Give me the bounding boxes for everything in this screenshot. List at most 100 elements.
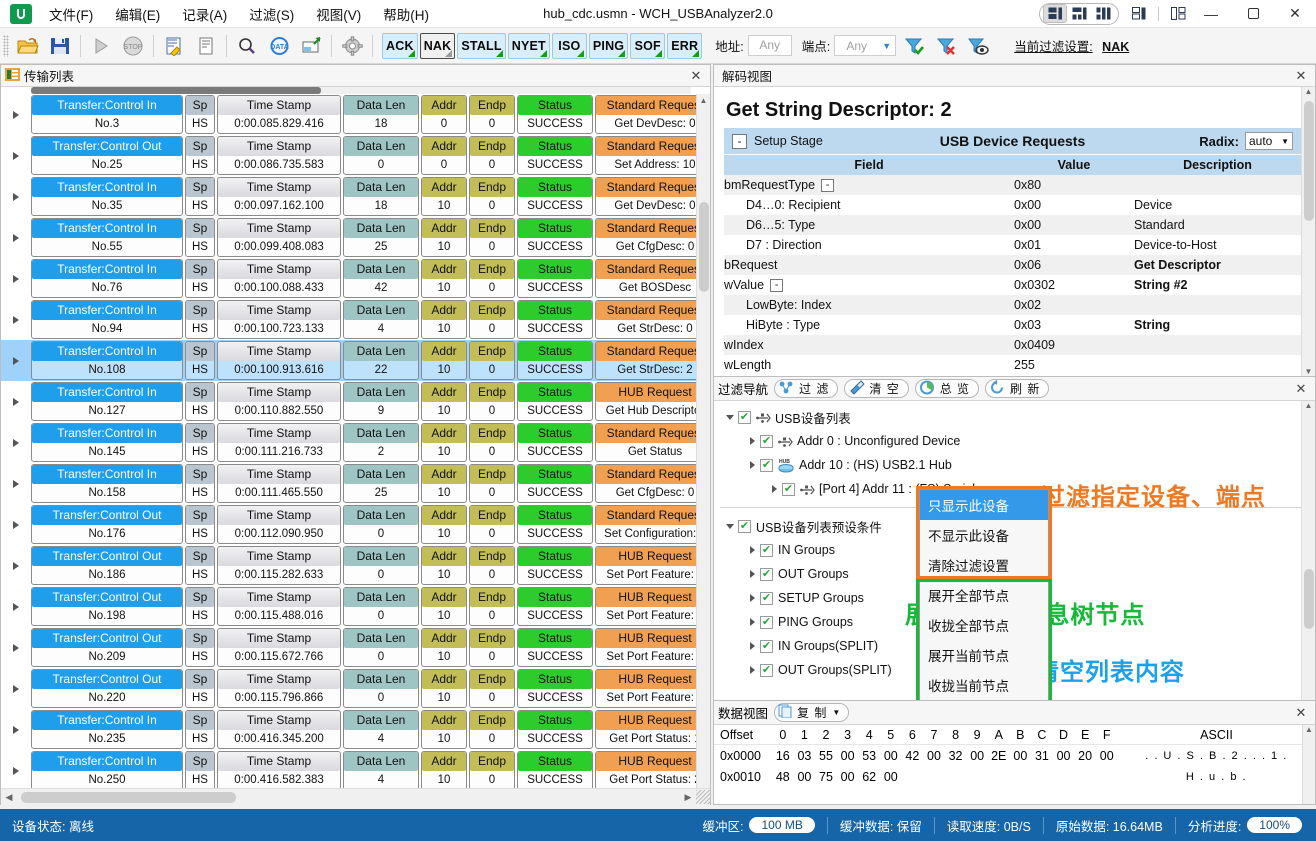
- cell-speed[interactable]: Sp HS: [185, 505, 215, 544]
- cell-speed[interactable]: Sp HS: [185, 259, 215, 298]
- edit-note-icon[interactable]: [159, 31, 189, 61]
- context-menu-item[interactable]: 收拢当前节点: [920, 670, 1048, 700]
- cell-status[interactable]: Status SUCCESS: [517, 505, 593, 544]
- scroll-up-icon[interactable]: ▲: [1303, 725, 1315, 734]
- cell-transfer[interactable]: Transfer:Control Out No.209: [31, 628, 183, 667]
- cell-transfer[interactable]: Transfer:Control In No.94: [31, 300, 183, 339]
- layout-left-icon[interactable]: [1043, 4, 1067, 23]
- cell-transfer[interactable]: Transfer:Control In No.35: [31, 177, 183, 216]
- menu-file[interactable]: 文件(F): [38, 0, 104, 28]
- cell-timestamp[interactable]: Time Stamp 0:00.111.216.733: [217, 423, 341, 462]
- tree-checkbox[interactable]: ✔: [760, 458, 773, 472]
- pid-filter-sof[interactable]: SOF: [630, 32, 666, 59]
- cell-endp[interactable]: Endp 0: [469, 218, 515, 257]
- cell-status[interactable]: Status SUCCESS: [517, 259, 593, 298]
- row-expander[interactable]: [1, 546, 31, 585]
- row-expander[interactable]: [1, 669, 31, 708]
- row-expander[interactable]: [1, 300, 31, 339]
- cell-endp[interactable]: Endp 0: [469, 464, 515, 503]
- transfer-list-vertical-scrollbar[interactable]: ▲: [696, 94, 710, 805]
- cell-datalen[interactable]: Data Len 0: [343, 505, 419, 544]
- cell-request[interactable]: Standard Request Get BOSDesc: [595, 259, 710, 298]
- address-input[interactable]: Any: [747, 35, 792, 56]
- filter-apply-icon[interactable]: [900, 32, 928, 60]
- row-expander[interactable]: [1, 751, 31, 790]
- cell-addr[interactable]: Addr 10: [421, 628, 467, 667]
- cell-datalen[interactable]: Data Len 25: [343, 464, 419, 503]
- cell-timestamp[interactable]: Time Stamp 0:00.115.796.866: [217, 669, 341, 708]
- cell-request[interactable]: HUB Request Set Port Feature: 3: [595, 628, 710, 667]
- cell-timestamp[interactable]: Time Stamp 0:00.112.090.950: [217, 505, 341, 544]
- cell-speed[interactable]: Sp HS: [185, 136, 215, 175]
- cell-speed[interactable]: Sp HS: [185, 300, 215, 339]
- cell-timestamp[interactable]: Time Stamp 0:00.086.735.583: [217, 136, 341, 175]
- row-expander[interactable]: [1, 587, 31, 626]
- filter-nav-scrollbar[interactable]: ▲: [1301, 401, 1315, 700]
- row-expander[interactable]: [1, 259, 31, 298]
- context-menu-item[interactable]: 不显示此设备: [920, 520, 1048, 550]
- cell-timestamp[interactable]: Time Stamp 0:00.100.913.616: [217, 341, 341, 380]
- cell-request[interactable]: HUB Request Get Port Status: 1: [595, 710, 710, 749]
- context-menu-item[interactable]: 展开当前节点: [920, 640, 1048, 670]
- cell-datalen[interactable]: Data Len 4: [343, 751, 419, 790]
- data-view-scrollbar[interactable]: ▲: [1302, 725, 1315, 804]
- row-expander[interactable]: [1, 382, 31, 421]
- column-scroll-indicator[interactable]: [31, 87, 691, 94]
- table-row[interactable]: Transfer:Control Out No.176 Sp HS Time Stamp…: [1, 504, 710, 545]
- row-expander[interactable]: [1, 464, 31, 503]
- cell-endp[interactable]: Endp 0: [469, 341, 515, 380]
- cell-speed[interactable]: Sp HS: [185, 423, 215, 462]
- table-row[interactable]: Transfer:Control In No.76 Sp HS Time Stamp 0:…: [1, 258, 710, 299]
- cell-request[interactable]: HUB Request Set Port Feature: 1: [595, 546, 710, 585]
- cell-request[interactable]: Standard Request Get CfgDesc: 0: [595, 218, 710, 257]
- context-menu-item[interactable]: 只显示此设备: [920, 490, 1048, 520]
- table-row[interactable]: Transfer:Control In No.94 Sp HS Time Stamp 0:…: [1, 299, 710, 340]
- menu-help[interactable]: 帮助(H): [372, 0, 440, 28]
- context-menu-item[interactable]: 收拢全部节点: [920, 610, 1048, 640]
- tree-checkbox[interactable]: ✔: [760, 434, 773, 448]
- cell-status[interactable]: Status SUCCESS: [517, 669, 593, 708]
- cell-status[interactable]: Status SUCCESS: [517, 464, 593, 503]
- cell-request[interactable]: HUB Request Get Hub Descriptor: [595, 382, 710, 421]
- cell-request[interactable]: Standard Request Get DevDesc: 0: [595, 95, 710, 134]
- tree-checkbox[interactable]: ✔: [738, 519, 751, 533]
- toolbar-grip[interactable]: [3, 34, 9, 57]
- row-expander[interactable]: [1, 136, 31, 175]
- cell-addr[interactable]: Addr 10: [421, 423, 467, 462]
- cell-endp[interactable]: Endp 0: [469, 300, 515, 339]
- cell-datalen[interactable]: Data Len 25: [343, 218, 419, 257]
- cell-transfer[interactable]: Transfer:Control In No.250: [31, 751, 183, 790]
- cell-addr[interactable]: Addr 10: [421, 382, 467, 421]
- transfer-list-horizontal-scrollbar[interactable]: ◀ ▶: [1, 788, 710, 805]
- tree-node[interactable]: ✔ Addr 0 : Unconfigured Device: [714, 429, 1315, 453]
- tree-checkbox[interactable]: ✔: [738, 410, 751, 424]
- export-icon[interactable]: [296, 31, 326, 61]
- copy-button[interactable]: 复 制 ▼: [774, 703, 850, 722]
- cell-timestamp[interactable]: Time Stamp 0:00.100.723.133: [217, 300, 341, 339]
- hscroll-track[interactable]: [17, 791, 680, 803]
- cell-addr[interactable]: Addr 10: [421, 546, 467, 585]
- scroll-left-icon[interactable]: ◀: [1, 792, 17, 803]
- cell-addr[interactable]: Addr 10: [421, 669, 467, 708]
- chevron-right-icon[interactable]: [744, 594, 760, 602]
- scroll-up-icon[interactable]: ▲: [1302, 401, 1315, 410]
- row-expander[interactable]: [1, 710, 31, 749]
- chevron-right-icon[interactable]: [744, 666, 760, 674]
- decode-view-scrollbar[interactable]: ▲ ▼: [1301, 87, 1315, 376]
- cell-datalen[interactable]: Data Len 0: [343, 628, 419, 667]
- pid-filter-ping[interactable]: PING: [588, 32, 629, 59]
- cell-status[interactable]: Status SUCCESS: [517, 95, 593, 134]
- cell-speed[interactable]: Sp HS: [185, 710, 215, 749]
- cell-timestamp[interactable]: Time Stamp 0:00.111.465.550: [217, 464, 341, 503]
- close-icon[interactable]: ✕: [1291, 67, 1311, 85]
- table-row[interactable]: Transfer:Control Out No.25 Sp HS Time Stamp 0…: [1, 135, 710, 176]
- cell-datalen[interactable]: Data Len 0: [343, 587, 419, 626]
- filter-clear-icon[interactable]: [932, 32, 960, 60]
- cell-transfer[interactable]: Transfer:Control In No.127: [31, 382, 183, 421]
- row-expander[interactable]: [1, 218, 31, 257]
- row-expander[interactable]: [1, 341, 31, 380]
- cell-request[interactable]: Standard Request Set Address: 10: [595, 136, 710, 175]
- cell-request[interactable]: HUB Request Set Port Feature: 4: [595, 669, 710, 708]
- field-toggle-icon[interactable]: -: [821, 178, 835, 192]
- close-icon[interactable]: ✕: [686, 67, 706, 85]
